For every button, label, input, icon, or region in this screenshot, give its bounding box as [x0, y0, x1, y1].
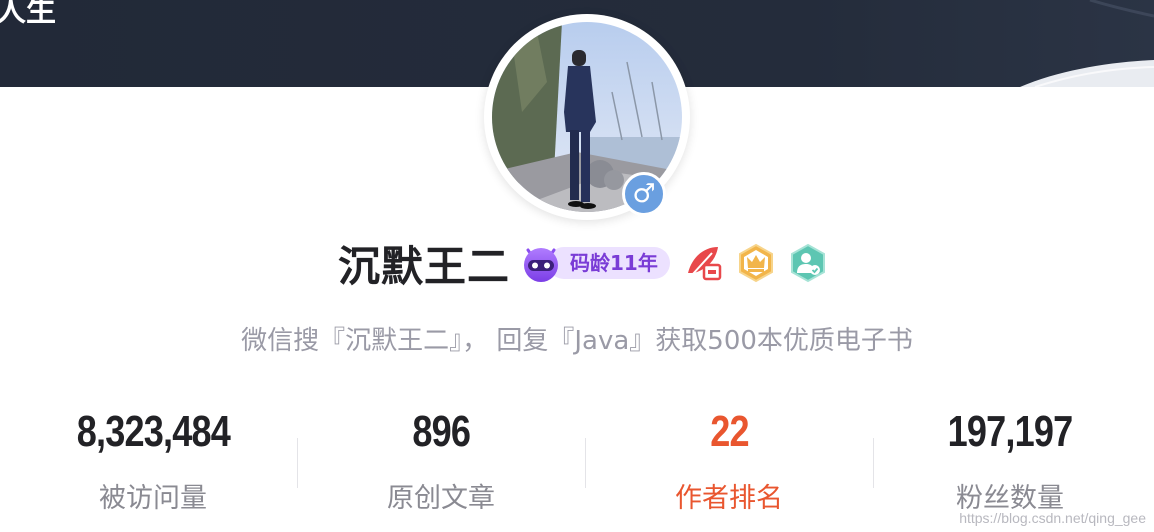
verified-user-icon[interactable]: [788, 243, 828, 283]
stat-value: 22: [709, 407, 749, 456]
stat-original-articles[interactable]: 896 原创文章: [297, 404, 585, 515]
male-icon: ♂: [622, 172, 666, 216]
stat-label: 被访问量: [99, 483, 207, 514]
stat-value: 8,323,484: [76, 407, 230, 456]
crown-icon[interactable]: [736, 243, 776, 283]
blog-expert-icon[interactable]: [684, 243, 724, 283]
profile-name-row: 沉默王二 码龄11年: [338, 236, 828, 291]
watermark: https://blog.csdn.net/qing_gee: [959, 510, 1146, 526]
stat-label: 原创文章: [387, 483, 495, 514]
stat-value: 896: [412, 407, 471, 456]
stat-label: 作者排名: [675, 483, 783, 514]
robot-icon: [524, 248, 559, 282]
code-age-badge[interactable]: 码龄11年: [520, 243, 670, 283]
stat-followers[interactable]: 197,197 粉丝数量: [866, 404, 1154, 515]
code-age-label: 码龄11年: [548, 247, 670, 279]
profile-bio: 微信搜『沉默王二』， 回复『Java』获取500本优质电子书: [241, 326, 913, 356]
stat-visits[interactable]: 8,323,484 被访问量: [9, 404, 297, 515]
stat-value: 197,197: [947, 407, 1074, 456]
user-name: 沉默王二: [338, 241, 511, 291]
stat-author-rank[interactable]: 22 作者排名: [585, 404, 873, 515]
